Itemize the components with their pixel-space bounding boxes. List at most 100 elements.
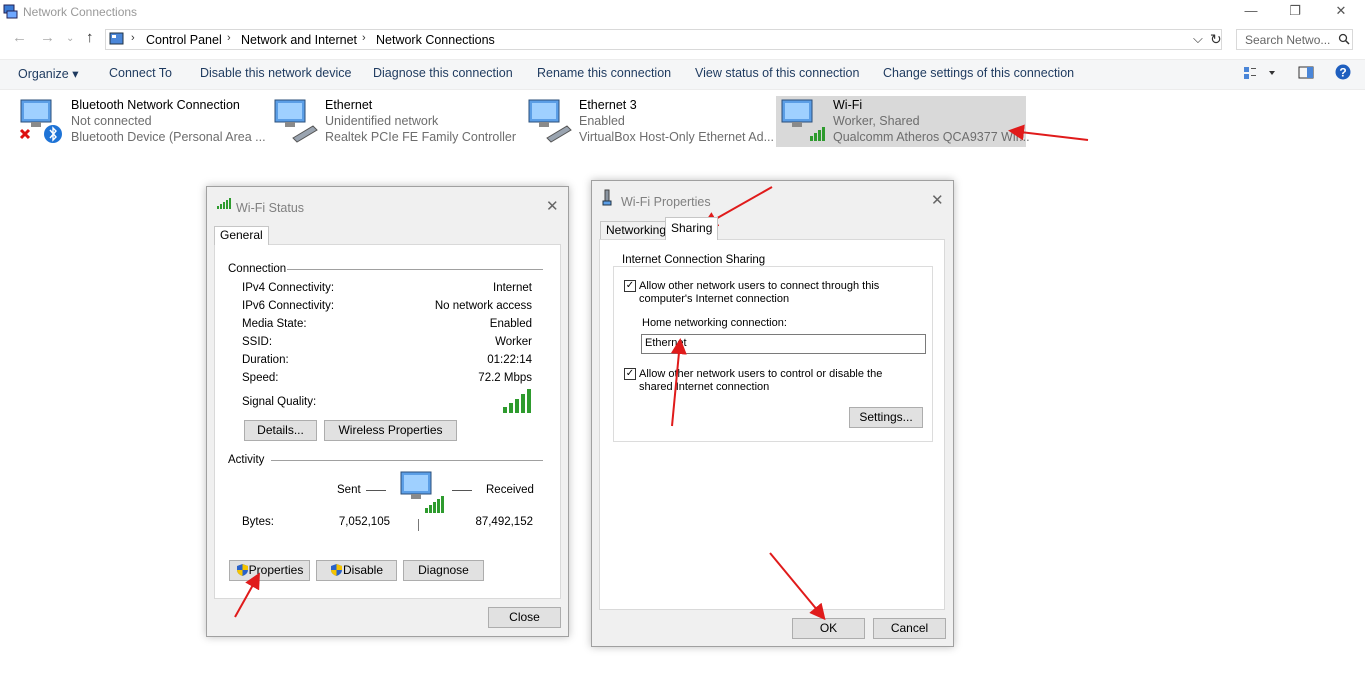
refresh-icon[interactable]: ↻ — [1210, 31, 1222, 48]
settings-button[interactable]: Settings... — [849, 407, 923, 428]
adapter-device: Bluetooth Device (Personal Area ... — [71, 130, 266, 144]
ok-button[interactable]: OK — [792, 618, 865, 639]
tab-networking[interactable]: Networking — [600, 221, 673, 239]
search-icon[interactable] — [1338, 33, 1350, 45]
divider — [287, 269, 543, 270]
tab-general[interactable]: General — [214, 226, 269, 245]
search-placeholder: Search Netwo... — [1245, 33, 1331, 47]
ipv4-value: Internet — [493, 282, 532, 294]
disable-label: Disable — [342, 563, 384, 577]
duration-label: Duration: — [242, 354, 289, 366]
rename-connection-button[interactable]: Rename this connection — [537, 66, 671, 80]
home-networking-label: Home networking connection: — [642, 317, 787, 329]
diagnose-connection-button[interactable]: Diagnose this connection — [373, 66, 513, 80]
svg-text:?: ? — [1339, 66, 1346, 80]
connect-to-button[interactable]: Connect To — [109, 66, 172, 80]
tab-sharing[interactable]: Sharing — [665, 217, 719, 240]
divider — [418, 519, 419, 531]
wifi-status-dialog: Wi-Fi Status ✕ General Connection IPv4 C… — [206, 186, 569, 637]
allow-control-label-1: Allow other network users to control or … — [639, 368, 883, 380]
ics-group-title: Internet Connection Sharing — [620, 254, 768, 266]
signal-bars-icon — [217, 198, 231, 209]
dialog-title: Wi-Fi Status — [236, 201, 305, 215]
breadcrumb-control-panel[interactable]: Control Panel — [146, 33, 222, 47]
home-networking-value: Ethernet — [645, 337, 687, 349]
ssid-value: Worker — [495, 336, 532, 348]
ipv4-label: IPv4 Connectivity: — [242, 282, 335, 294]
close-icon[interactable]: ✕ — [546, 197, 559, 215]
change-view-icon[interactable] — [1243, 66, 1277, 80]
adapter-ethernet[interactable]: Ethernet Unidentified network Realtek PC… — [273, 96, 517, 147]
network-activity-icon — [400, 471, 444, 513]
preview-pane-icon[interactable] — [1298, 66, 1314, 80]
properties-label: Properties — [248, 563, 304, 577]
signal-strength-icon — [503, 389, 531, 413]
allow-control-checkbox[interactable]: ✓ — [624, 368, 636, 380]
ethernet-adapter-icon — [274, 99, 318, 143]
speed-value: 72.2 Mbps — [478, 372, 532, 384]
adapter-status: Not connected — [71, 114, 152, 128]
allow-connect-label-2: computer's Internet connection — [639, 293, 790, 305]
uac-shield-icon — [330, 564, 342, 576]
wifi-properties-dialog: Wi-Fi Properties ✕ Networking Sharing In… — [591, 180, 954, 647]
media-state-value: Enabled — [489, 318, 532, 330]
allow-connect-label-1: Allow other network users to connect thr… — [639, 280, 880, 292]
forward-arrow-icon[interactable]: → — [40, 29, 55, 46]
disable-device-button[interactable]: Disable this network device — [200, 66, 351, 80]
bytes-sent-value: 7,052,105 — [338, 516, 390, 528]
adapter-wifi-selected[interactable]: Wi-Fi Worker, Shared Qualcomm Atheros QC… — [776, 96, 1030, 147]
organize-menu[interactable]: Organize ▾ — [18, 66, 78, 81]
divider — [366, 490, 386, 491]
cancel-button[interactable]: Cancel — [873, 618, 946, 639]
close-window-button[interactable]: ✕ — [1318, 0, 1364, 24]
dialog-title: Wi-Fi Properties — [621, 195, 711, 209]
title-bar: Network Connections — ❐ ✕ — [0, 0, 1365, 24]
adapter-device: Realtek PCIe FE Family Controller — [325, 130, 517, 144]
restore-button[interactable]: ❐ — [1272, 0, 1318, 24]
bytes-label: Bytes: — [242, 516, 274, 528]
close-icon[interactable]: ✕ — [931, 191, 944, 209]
activity-header: Activity — [228, 454, 265, 466]
window-title: Network Connections — [23, 5, 138, 19]
ipv6-label: IPv6 Connectivity: — [242, 300, 335, 312]
up-arrow-icon[interactable]: ↑ — [86, 29, 94, 46]
wifi-adapter-icon — [781, 99, 825, 141]
adapter-status: Unidentified network — [325, 114, 439, 128]
address-dropdown-icon[interactable]: ⌵ — [1193, 31, 1203, 47]
received-label: Received — [486, 484, 534, 496]
breadcrumb-network-connections[interactable]: Network Connections — [376, 33, 495, 47]
properties-button[interactable]: Properties — [229, 560, 310, 581]
recent-locations-chevron-icon[interactable]: ⌄ — [66, 33, 74, 44]
view-status-button[interactable]: View status of this connection — [695, 66, 859, 80]
control-panel-icon — [109, 32, 124, 45]
allow-control-label-2: shared Internet connection — [639, 381, 770, 393]
breadcrumb-network-and-internet[interactable]: Network and Internet — [241, 33, 357, 47]
wireless-properties-button[interactable]: Wireless Properties — [324, 420, 457, 441]
close-button[interactable]: Close — [488, 607, 561, 628]
details-button[interactable]: Details... — [244, 420, 317, 441]
adapter-device: Qualcomm Atheros QCA9377 Wir... — [833, 130, 1030, 144]
adapter-ethernet-3[interactable]: Ethernet 3 Enabled VirtualBox Host-Only … — [527, 96, 774, 147]
breadcrumb-separator: › — [131, 32, 135, 44]
bytes-received-value: 87,492,152 — [475, 516, 533, 528]
back-arrow-icon[interactable]: ← — [12, 29, 27, 46]
breadcrumb-separator: › — [227, 32, 231, 44]
allow-connect-checkbox[interactable]: ✓ — [624, 280, 636, 292]
divider — [271, 460, 543, 461]
adapter-bluetooth[interactable]: Bluetooth Network Connection Not connect… — [19, 96, 266, 147]
media-state-label: Media State: — [242, 318, 307, 330]
bluetooth-adapter-icon — [19, 99, 62, 143]
help-icon[interactable]: ? — [1335, 64, 1351, 80]
network-connections-icon — [3, 4, 18, 19]
divider — [452, 490, 472, 491]
home-networking-select[interactable]: Ethernet — [641, 334, 926, 354]
adapter-name: Ethernet 3 — [579, 98, 637, 112]
speed-label: Speed: — [242, 372, 279, 384]
change-settings-button[interactable]: Change settings of this connection — [883, 66, 1074, 80]
diagnose-button[interactable]: Diagnose — [403, 560, 484, 581]
connection-header: Connection — [228, 263, 287, 275]
minimize-button[interactable]: — — [1228, 0, 1274, 24]
search-input[interactable]: Search Netwo... — [1236, 29, 1353, 50]
adapter-status: Enabled — [579, 114, 625, 128]
disable-button[interactable]: Disable — [316, 560, 397, 581]
